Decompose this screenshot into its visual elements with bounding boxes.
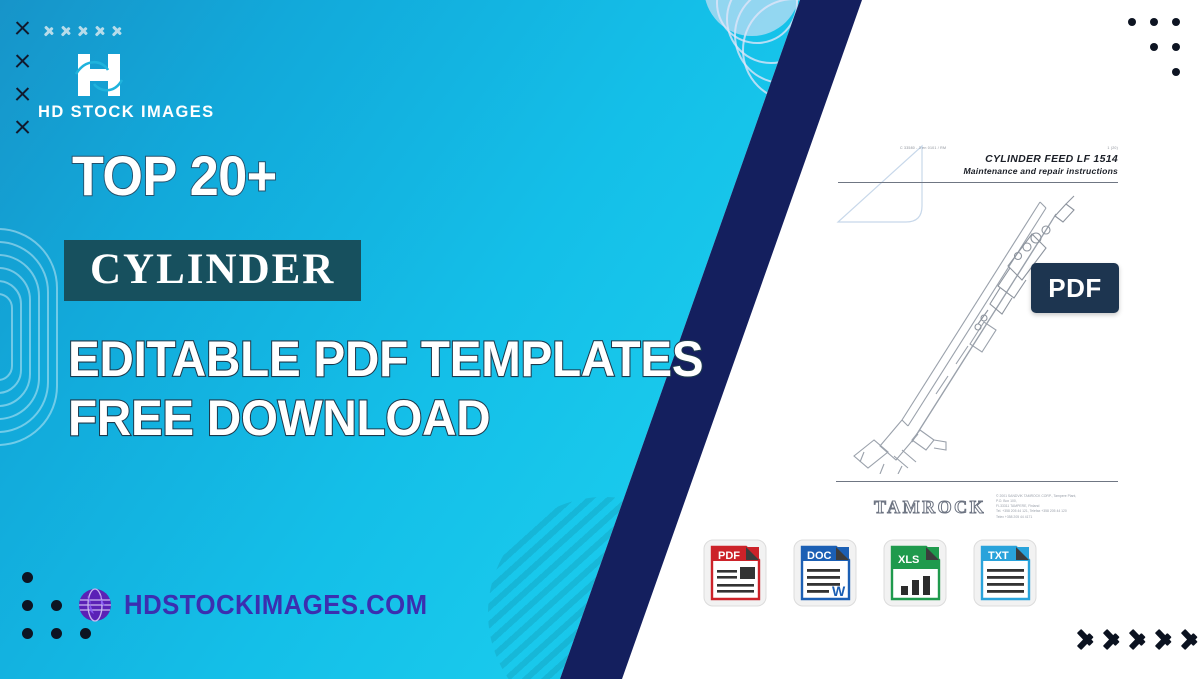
poster-canvas: HD STOCK IMAGES TOP 20+ CYLINDER EDITABL…	[0, 0, 1200, 679]
chevron-row-left	[44, 21, 127, 38]
site-url-group[interactable]: HDSTOCKIMAGES.COM	[78, 588, 454, 622]
x-icon	[14, 20, 30, 36]
document-meta-left: C 33580 - 3 en 0101 / RM	[900, 146, 947, 150]
headline-line-1: EDITABLE PDF TEMPLATES	[67, 330, 705, 388]
brand-logo	[72, 52, 126, 103]
document-address-block: © 2001 SANDVIK TAMROCK CORP., Tampere Pl…	[996, 494, 1106, 520]
x-marks-decoration	[14, 20, 30, 152]
document-title: CYLINDER FEED LF 1514	[985, 153, 1118, 165]
headline-subtitle: EDITABLE PDF TEMPLATES FREE DOWNLOAD	[67, 330, 733, 448]
drill-feed-illustration	[853, 195, 1075, 474]
keyword-box: CYLINDER	[64, 240, 362, 301]
site-url-text: HDSTOCKIMAGES.COM	[124, 589, 428, 620]
chevron-right-icon	[1078, 622, 1100, 652]
xls-file-icon[interactable]: XLS	[882, 538, 948, 608]
pdf-badge: PDF	[1031, 263, 1119, 313]
chevron-right-icon	[61, 21, 76, 38]
document-footer-rule	[836, 481, 1118, 482]
chevron-right-icon	[1182, 622, 1200, 652]
globe-icon	[79, 588, 111, 622]
document-subtitle: Maintenance and repair instructions	[963, 166, 1118, 176]
svg-text:W: W	[832, 583, 846, 599]
pdf-file-icon[interactable]: PDF	[702, 538, 768, 608]
txt-file-icon[interactable]: TXT	[972, 538, 1038, 608]
chevron-right-icon	[1130, 622, 1152, 652]
document-meta-row: C 33580 - 3 en 0101 / RM 1 (20)	[900, 146, 1118, 150]
chevron-row-right	[1078, 622, 1200, 652]
document-header-rule	[838, 182, 1118, 183]
doc-file-icon[interactable]: DOC W	[792, 538, 858, 608]
pdf-badge-label: PDF	[1048, 272, 1102, 303]
svg-text:PDF: PDF	[718, 550, 740, 562]
chevron-right-icon	[44, 21, 59, 38]
svg-text:DOC: DOC	[807, 550, 832, 562]
dots-decoration-right	[1128, 18, 1198, 88]
chevron-right-icon	[78, 21, 93, 38]
headline-top: TOP 20+	[71, 144, 278, 207]
svg-text:XLS: XLS	[898, 554, 919, 566]
x-icon	[14, 86, 30, 102]
address-line: Telex +358 205 44 4171	[996, 514, 1033, 519]
headline-line-2: FREE DOWNLOAD	[67, 389, 492, 447]
chevron-right-icon	[112, 21, 127, 38]
x-icon	[14, 53, 30, 69]
keyword-text: CYLINDER	[90, 246, 336, 293]
chevron-right-icon	[95, 21, 110, 38]
hd-monogram-icon	[74, 54, 124, 96]
brand-name: HD STOCK IMAGES	[38, 103, 215, 121]
document-header: C 33580 - 3 en 0101 / RM 1 (20) CYLINDER…	[900, 146, 1118, 176]
document-meta-right: 1 (20)	[1107, 146, 1118, 150]
document-preview[interactable]: C 33580 - 3 en 0101 / RM 1 (20) CYLINDER…	[828, 122, 1120, 534]
document-footer-brand: TAMROCK	[873, 497, 987, 518]
svg-text:TXT: TXT	[988, 550, 1009, 562]
x-icon	[14, 119, 30, 135]
file-type-icon-row: PDF DOC W XLS TXT	[702, 538, 1038, 608]
chevron-right-icon	[1104, 622, 1126, 652]
chevron-right-icon	[1156, 622, 1178, 652]
